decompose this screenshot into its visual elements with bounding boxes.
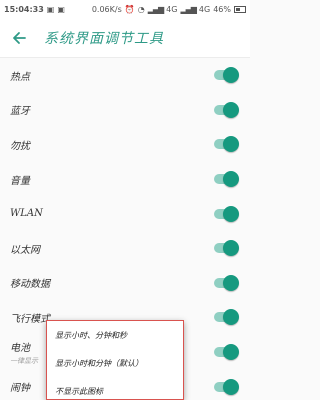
toggle-switch[interactable] <box>214 274 239 291</box>
toggle-switch[interactable] <box>214 67 239 84</box>
toggle-switch[interactable] <box>214 205 239 222</box>
toggle-switch[interactable] <box>214 309 239 326</box>
app-bar: 系统界面调节工具 <box>0 18 250 58</box>
back-button[interactable] <box>6 25 32 51</box>
setting-row-hotspot[interactable]: 热点 <box>0 58 250 93</box>
setting-row-ethernet[interactable]: 以太网 <box>0 231 250 266</box>
popup-option[interactable]: 显示小时和分钟（默认） <box>47 349 183 377</box>
toggle-knob <box>223 171 239 188</box>
toggle-knob <box>223 67 239 84</box>
toggle-knob <box>223 205 239 222</box>
setting-row-dnd[interactable]: 勿扰 <box>0 127 250 162</box>
status-bar: 15:04:33 ▣ ▣ 0.06K/s ⏰ ◔ ▂▄▆ 4G ▂▄▆ 4G 4… <box>0 0 250 18</box>
toggle-knob <box>223 378 239 395</box>
toggle-knob <box>223 136 239 153</box>
toggle-switch[interactable] <box>214 344 239 361</box>
setting-row-bluetooth[interactable]: 蓝牙 <box>0 93 250 128</box>
setting-label: 闹钟 <box>10 383 30 395</box>
toggle-switch[interactable] <box>214 101 239 118</box>
status-time: 15:04:33 <box>4 4 44 14</box>
setting-label: 电池 <box>10 342 30 354</box>
setting-row-mobile-data[interactable]: 移动数据 <box>0 266 250 301</box>
network-speed: 0.06K/s <box>91 4 122 14</box>
network-type: 4G <box>198 4 211 14</box>
setting-label: 移动数据 <box>10 279 50 291</box>
setting-label: 勿扰 <box>10 140 30 152</box>
signal-icon: ▂▄▆ <box>180 4 197 14</box>
signal-icon: ▂▄▆ <box>147 4 165 14</box>
toggle-switch[interactable] <box>214 171 239 188</box>
setting-label: WLAN <box>10 208 43 220</box>
time-format-popup: 显示小时、分钟和秒 显示小时和分钟（默认） 不显示此图标 <box>46 320 184 400</box>
page-title: 系统界面调节工具 <box>44 30 164 47</box>
toggle-knob <box>223 309 239 326</box>
setting-label: 飞行模式 <box>10 313 50 325</box>
toggle-knob <box>223 240 239 257</box>
status-right: 0.06K/s ⏰ ◔ ▂▄▆ 4G ▂▄▆ 4G 46% <box>92 5 246 14</box>
toggle-knob <box>223 274 239 291</box>
toggle-switch[interactable] <box>214 240 239 257</box>
setting-label: 蓝牙 <box>10 106 30 118</box>
toggle-knob <box>223 101 239 118</box>
wifi-icon: ◔ <box>137 4 145 14</box>
setting-text: 电池 一律显示 <box>10 339 38 366</box>
popup-option[interactable]: 不显示此图标 <box>47 377 183 400</box>
toggle-switch[interactable] <box>214 378 239 395</box>
setting-label: 以太网 <box>10 244 40 256</box>
battery-percent: 46% <box>213 4 231 14</box>
toggle-knob <box>223 344 239 361</box>
setting-label: 音量 <box>10 175 30 187</box>
notification-icon: ▣ <box>46 4 55 14</box>
notification-icon: ▣ <box>57 4 65 14</box>
setting-sublabel: 一律显示 <box>10 356 38 365</box>
arrow-left-icon <box>13 31 26 44</box>
popup-option[interactable]: 显示小时、分钟和秒 <box>47 321 183 349</box>
setting-row-wlan[interactable]: WLAN <box>0 196 250 231</box>
toggle-switch[interactable] <box>214 136 239 153</box>
alarm-icon: ⏰ <box>124 4 135 14</box>
network-type: 4G <box>166 4 178 14</box>
setting-label: 热点 <box>10 71 30 83</box>
setting-row-volume[interactable]: 音量 <box>0 162 250 197</box>
battery-icon <box>234 5 246 13</box>
